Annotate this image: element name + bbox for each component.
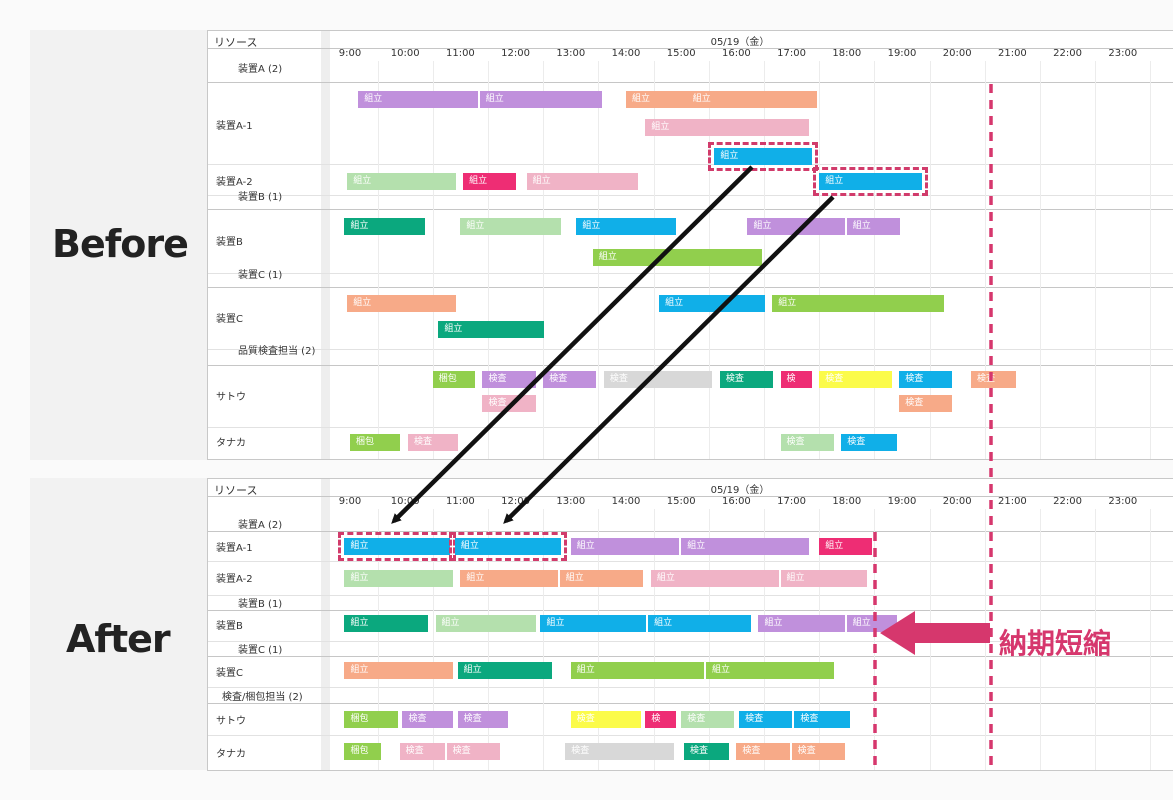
left-arrow-icon (880, 611, 990, 655)
lead-time-reduction-label: 納期短縮 (999, 627, 1112, 660)
move-arrow-1 (391, 165, 754, 524)
annotation-overlay (391, 84, 993, 772)
